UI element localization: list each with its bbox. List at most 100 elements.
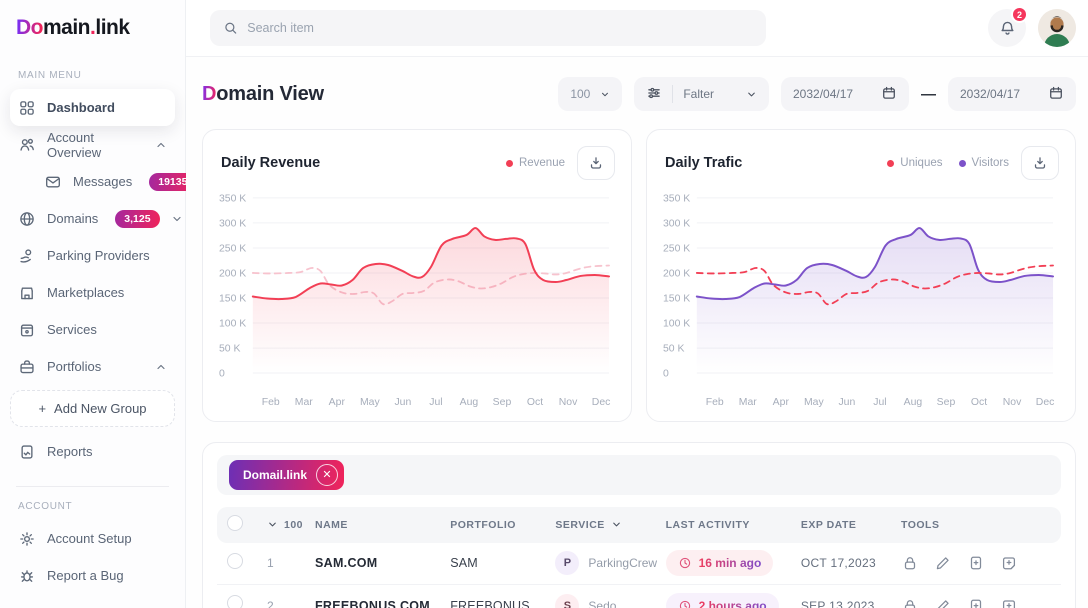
svg-text:50 K: 50 K	[663, 344, 685, 355]
svg-text:Feb: Feb	[706, 397, 724, 408]
notifications-count-badge: 2	[1011, 6, 1028, 23]
row-checkbox[interactable]	[227, 553, 243, 569]
row-checkbox[interactable]	[227, 595, 243, 608]
legend-item-visitors: Visitors	[959, 157, 1010, 169]
lock-icon[interactable]	[901, 597, 919, 608]
sidebar-item-report-a-bug[interactable]: Report a Bug	[10, 557, 175, 594]
add-file-icon[interactable]	[967, 597, 985, 608]
clock-icon	[678, 599, 692, 608]
sidebar-item-services[interactable]: Services	[10, 311, 175, 348]
sidebar-divider	[16, 486, 169, 487]
svg-text:Jul: Jul	[429, 397, 442, 408]
bug-icon	[18, 567, 36, 585]
svg-text:150 K: 150 K	[663, 294, 690, 305]
date-range-separator: —	[921, 86, 936, 103]
svg-text:300 K: 300 K	[663, 218, 690, 229]
daily-traffic-card: Daily Trafic Uniques Visitors 350 K300 K…	[646, 129, 1076, 422]
svg-text:250 K: 250 K	[663, 243, 690, 254]
domains-table-card: Domail.link ✕ 100 NAME PORTFOLIO SERVICE…	[202, 442, 1076, 608]
chart-legend: Uniques Visitors	[887, 157, 1009, 169]
hand-coin-icon	[18, 247, 36, 265]
last-activity-badge: 2 hours ago	[666, 593, 779, 608]
svg-text:May: May	[360, 397, 380, 408]
sidebar-item-parking-providers[interactable]: Parking Providers	[10, 237, 175, 274]
filter-dropdown[interactable]: Falter	[634, 77, 769, 111]
legend-dot	[959, 160, 966, 167]
chevron-down-icon	[746, 89, 757, 100]
col-tools: TOOLS	[901, 519, 1051, 531]
table-row: 1 SAM.COM SAM PParkingCrew 16 min ago OC…	[217, 543, 1061, 585]
box-icon	[18, 321, 36, 339]
search-input[interactable]	[247, 21, 753, 35]
tools-cell	[901, 554, 1051, 572]
chevron-up-icon[interactable]	[155, 139, 167, 151]
sidebar-item-messages[interactable]: Messages 19135	[36, 163, 175, 200]
download-icon	[1032, 155, 1048, 171]
dashboard-grid-icon	[18, 99, 36, 117]
sidebar-item-marketplaces[interactable]: Marketplaces	[10, 274, 175, 311]
select-all-checkbox[interactable]	[227, 515, 243, 531]
svg-text:100 K: 100 K	[219, 318, 246, 329]
col-service: SERVICE	[555, 519, 604, 531]
exp-date: OCT 17,2023	[801, 556, 901, 570]
svg-text:350 K: 350 K	[219, 193, 246, 204]
svg-text:0: 0	[663, 369, 669, 380]
chevron-down-icon[interactable]	[171, 213, 183, 225]
lock-icon[interactable]	[901, 554, 919, 572]
svg-text:Feb: Feb	[262, 397, 280, 408]
filter-tag-chip: Domail.link ✕	[229, 460, 344, 490]
edit-icon[interactable]	[934, 597, 952, 608]
add-note-icon[interactable]	[1000, 597, 1018, 608]
download-chart-button[interactable]	[577, 146, 615, 180]
service-cell: PParkingCrew	[555, 551, 665, 575]
legend-dot	[887, 160, 894, 167]
add-note-icon[interactable]	[1000, 554, 1018, 572]
date-to-picker[interactable]: 2032/04/17	[948, 77, 1076, 111]
chevron-down-icon[interactable]	[611, 519, 622, 530]
sidebar-item-portfolios[interactable]: Portfolios	[10, 348, 175, 385]
domain-name: SAM.COM	[315, 556, 450, 570]
sidebar-item-reports[interactable]: Reports	[10, 433, 175, 470]
app-window: Domain.link MAIN MENU Dashboard Account …	[0, 0, 1088, 608]
page-size-dropdown[interactable]: 100	[558, 77, 622, 111]
svg-text:Dec: Dec	[1036, 397, 1055, 408]
domain-name: FREEBONUS.COM	[315, 599, 450, 608]
charts-row: Daily Revenue Revenue 350 K 300 K 250 K 200…	[202, 129, 1076, 422]
chevron-up-icon[interactable]	[155, 361, 167, 373]
svg-text:Oct: Oct	[971, 397, 987, 408]
close-icon: ✕	[322, 468, 331, 481]
add-file-icon[interactable]	[967, 554, 985, 572]
edit-icon[interactable]	[934, 554, 952, 572]
date-from-picker[interactable]: 2032/04/17	[781, 77, 909, 111]
add-new-group-button[interactable]: + Add New Group	[10, 390, 175, 427]
remove-tag-button[interactable]: ✕	[316, 464, 338, 486]
sidebar-item-account-setup[interactable]: Account Setup	[10, 520, 175, 557]
portfolio-name: FREEBONUS	[450, 599, 555, 608]
svg-text:Dec: Dec	[592, 397, 611, 408]
download-chart-button[interactable]	[1021, 146, 1059, 180]
topbar-actions: 2	[988, 9, 1076, 47]
col-exp-date: EXP DATE	[801, 519, 901, 531]
sidebar-item-domains[interactable]: Domains 3,125	[10, 200, 175, 237]
chart-title: Daily Revenue	[221, 155, 320, 171]
svg-text:300 K: 300 K	[219, 218, 246, 229]
avatar-image	[1038, 9, 1076, 47]
svg-text:Apr: Apr	[329, 397, 346, 408]
svg-text:150 K: 150 K	[219, 294, 246, 305]
user-avatar[interactable]	[1038, 9, 1076, 47]
mail-icon	[44, 173, 62, 191]
svg-text:200 K: 200 K	[663, 268, 690, 279]
main-panel: Domain View 100 Falter 2032/04/17 —	[186, 57, 1088, 608]
globe-icon	[18, 210, 36, 228]
svg-text:50 K: 50 K	[219, 344, 241, 355]
chevron-down-icon	[600, 89, 610, 100]
sliders-icon	[646, 85, 662, 104]
table-header: 100 NAME PORTFOLIO SERVICE LAST ACTIVITY…	[217, 507, 1061, 543]
svg-text:Nov: Nov	[559, 397, 578, 408]
legend-item-revenue: Revenue	[506, 157, 565, 169]
chevron-down-icon[interactable]	[267, 519, 278, 530]
legend-item-uniques: Uniques	[887, 157, 942, 169]
sidebar-item-dashboard[interactable]: Dashboard	[10, 89, 175, 126]
col-last-activity: LAST ACTIVITY	[666, 519, 801, 531]
sidebar-item-account-overview[interactable]: Account Overview	[10, 126, 175, 163]
